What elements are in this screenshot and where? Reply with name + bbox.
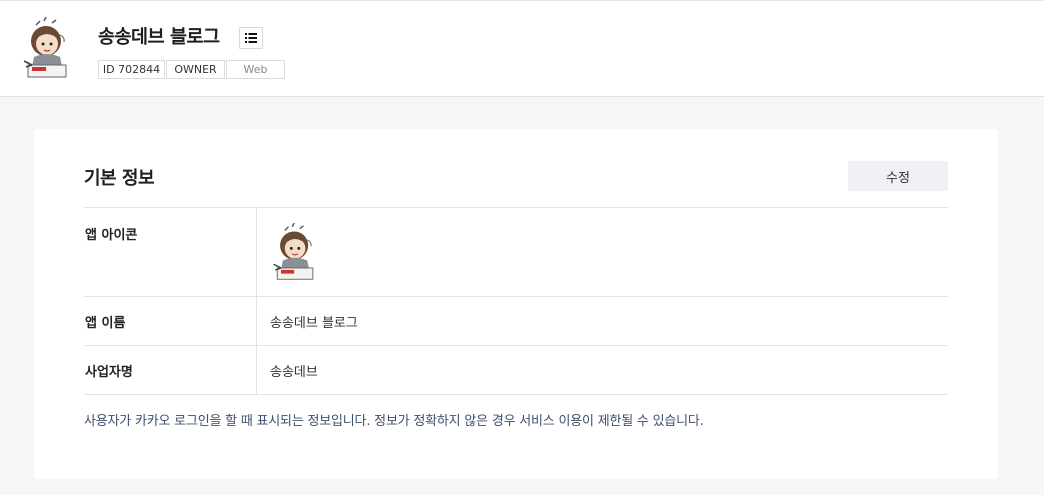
- table-row: 사업자명 송송데브: [84, 346, 948, 395]
- app-name-label: 앱 이름: [84, 297, 257, 345]
- section-title: 기본 정보: [84, 168, 155, 189]
- app-title: 송송데브 블로그: [98, 27, 220, 48]
- app-icon-image: [273, 222, 314, 280]
- table-row: 앱 아이콘: [84, 208, 948, 297]
- info-note: 사용자가 카카오 로그인을 할 때 표시되는 정보입니다. 정보가 정확하지 않…: [84, 414, 704, 429]
- app-name-value: 송송데브 블로그: [270, 315, 358, 331]
- table-row: 앱 이름 송송데브 블로그: [84, 297, 948, 346]
- basic-info-card: 기본 정보 수정 앱 아이콘 앱 이름 송송데브 블로그 사업자명 송송데브 사…: [34, 129, 998, 479]
- edit-button[interactable]: 수정: [848, 161, 948, 191]
- app-list-button[interactable]: [239, 27, 263, 49]
- role-badge: OWNER: [166, 60, 225, 79]
- platform-badge: Web: [226, 60, 285, 79]
- app-id-badge: ID 702844: [98, 60, 165, 79]
- info-table: 앱 아이콘 앱 이름 송송데브 블로그 사업자명 송송데브: [84, 207, 948, 395]
- app-badges: ID 702844 OWNER Web: [98, 60, 286, 79]
- app-header: 송송데브 블로그 ID 702844 OWNER Web: [0, 0, 1044, 97]
- app-icon-cell: [257, 208, 948, 296]
- app-avatar-icon: [23, 17, 67, 78]
- list-icon: [245, 33, 257, 43]
- app-icon-label: 앱 아이콘: [84, 208, 257, 296]
- business-name-label: 사업자명: [84, 346, 257, 394]
- business-name-value: 송송데브: [270, 364, 318, 380]
